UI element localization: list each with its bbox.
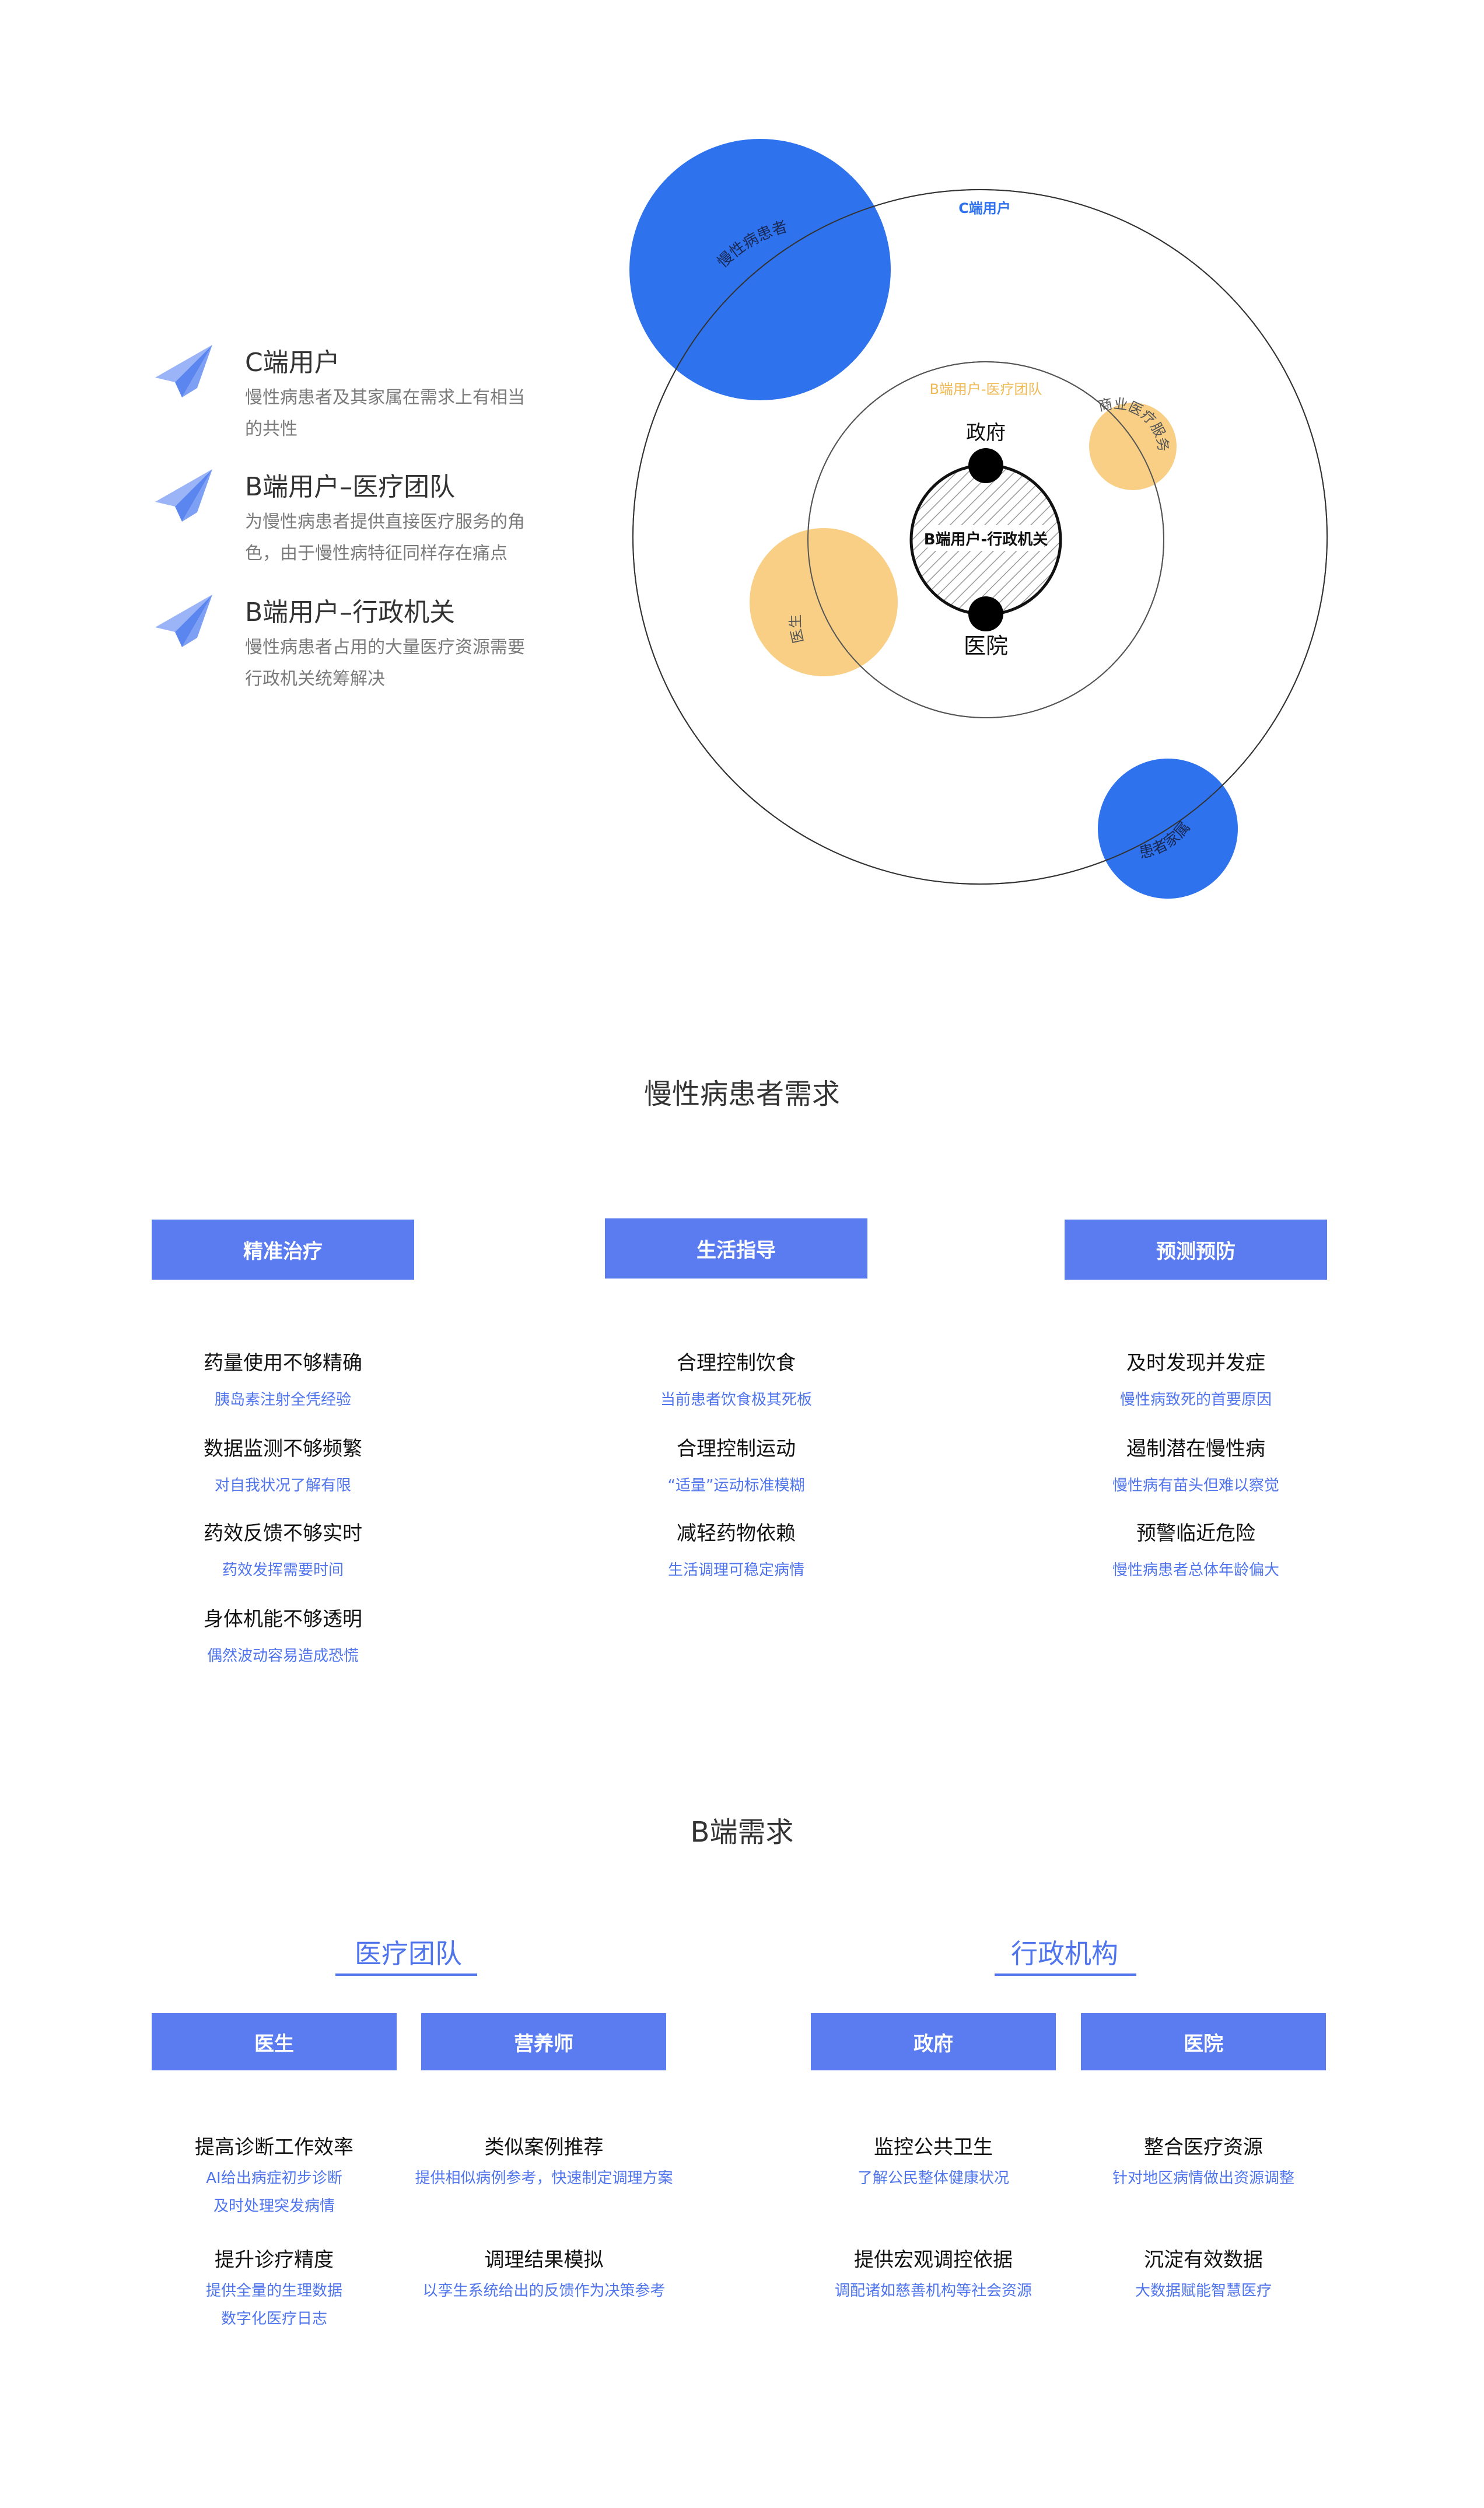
- legend-title: B端用户–行政机关: [245, 598, 456, 627]
- need-title: 调理结果模拟: [484, 2248, 604, 2272]
- need-item: 沉淀有效数据 大数据赋能智慧医疗: [1075, 2244, 1332, 2305]
- need-item: 身体机能不够透明 偶然波动容易造成恐慌: [166, 1603, 400, 1670]
- need-sub-line: 提供相似病例参考，快速制定调理方案: [415, 2170, 673, 2187]
- need-title: 身体机能不够透明: [204, 1608, 362, 1631]
- need-sub: 提供相似病例参考，快速制定调理方案: [408, 2164, 680, 2192]
- c-user-label: C端用户: [958, 200, 1011, 216]
- need-item: 类似案例推荐 提供相似病例参考，快速制定调理方案: [408, 2131, 680, 2192]
- hospital-label: 医院: [964, 633, 1008, 659]
- paper-plane-icon: [155, 345, 212, 397]
- need-title: 及时发现并发症: [1126, 1351, 1265, 1375]
- legend-desc: 为慢性病患者提供直接医疗服务的角色，由于慢性病特征同样存在痛点: [245, 512, 525, 564]
- need-title: 提升诊疗精度: [215, 2248, 334, 2272]
- need-item: 减轻药物依赖 生活调理可稳定病情: [620, 1517, 853, 1584]
- need-title: 沉淀有效数据: [1144, 2248, 1263, 2272]
- need-sub: 偶然波动容易造成恐慌: [206, 1647, 359, 1665]
- need-title: 遏制潜在慢性病: [1126, 1437, 1265, 1461]
- category-doctor: 医生: [152, 2013, 397, 2070]
- need-sub: 生活调理可稳定病情: [667, 1562, 804, 1579]
- need-item: 药效反馈不够实时 药效发挥需要时间: [166, 1517, 400, 1584]
- need-item: 合理控制饮食 当前患者饮食极其死板: [620, 1347, 853, 1414]
- need-sub-line: 大数据赋能智慧医疗: [1135, 2282, 1272, 2300]
- need-sub-line: 了解公民整体健康状况: [857, 2170, 1009, 2187]
- need-title: 数据监测不够频繁: [204, 1437, 362, 1461]
- need-item: 数据监测不够频繁 对自我状况了解有限: [166, 1433, 400, 1500]
- need-sub-line: 提供全量的生理数据: [205, 2282, 342, 2300]
- need-sub-line: 及时处理突发病情: [213, 2198, 335, 2215]
- need-sub: 了解公民整体健康状况: [805, 2164, 1062, 2192]
- hospital-node: [968, 596, 1003, 631]
- legend-title: C端用户: [245, 348, 340, 378]
- need-item: 提供宏观调控依据 调配诸如慈善机构等社会资源: [805, 2244, 1062, 2305]
- need-sub: 以孪生系统给出的反馈作为决策参考: [408, 2277, 680, 2305]
- paper-plane-icon: [155, 469, 212, 522]
- need-item: 提高诊断工作效率 AI给出病症初步诊断 及时处理突发病情: [152, 2131, 397, 2220]
- group-heading-medical-team: 医疗团队: [355, 1938, 462, 1969]
- group-underline: [995, 1973, 1136, 1976]
- need-title: 提供宏观调控依据: [854, 2248, 1013, 2272]
- user-orbit-diagram: B端用户-行政机关 政府 医院 C端用户 B端用户-医疗团队 慢性病患者 患者家…: [629, 139, 1328, 899]
- doctor-circle: [750, 528, 898, 676]
- medical-team-label: B端用户-医疗团队: [929, 381, 1042, 397]
- need-sub: 胰岛素注射全凭经验: [214, 1391, 351, 1409]
- need-sub: 当前患者饮食极其死板: [660, 1391, 812, 1409]
- need-title: 减轻药物依赖: [677, 1522, 796, 1545]
- need-sub: AI给出病症初步诊断 及时处理突发病情: [152, 2164, 397, 2220]
- need-sub-line: 针对地区病情做出资源调整: [1112, 2170, 1294, 2187]
- need-item: 监控公共卫生 了解公民整体健康状况: [805, 2131, 1062, 2192]
- need-sub-line: 以孪生系统给出的反馈作为决策参考: [422, 2282, 666, 2300]
- section-title-patient-needs: 慢性病患者需求: [643, 1078, 840, 1110]
- need-sub: 慢性病有苗头但难以察觉: [1112, 1477, 1279, 1494]
- need-item: 提升诊疗精度 提供全量的生理数据 数字化医疗日志: [152, 2244, 397, 2333]
- need-title: 监控公共卫生: [874, 2136, 993, 2159]
- need-item: 合理控制运动 “适量”运动标准模糊: [620, 1433, 853, 1500]
- need-sub: 调配诸如慈善机构等社会资源: [805, 2277, 1062, 2305]
- need-title: 合理控制饮食: [677, 1351, 796, 1375]
- need-sub: 针对地区病情做出资源调整: [1075, 2164, 1332, 2192]
- need-title: 预警临近危险: [1136, 1522, 1255, 1545]
- government-node: [968, 448, 1003, 483]
- category-prediction-prevention: 预测预防: [1065, 1220, 1327, 1280]
- need-title: 类似案例推荐: [484, 2136, 604, 2159]
- admin-label: B端用户-行政机关: [924, 530, 1048, 549]
- legend-desc: 慢性病患者占用的大量医疗资源需要行政机关统筹解决: [245, 637, 525, 689]
- need-sub: 对自我状况了解有限: [214, 1477, 351, 1494]
- category-government: 政府: [811, 2013, 1056, 2070]
- need-sub-line: 调配诸如慈善机构等社会资源: [834, 2282, 1032, 2300]
- category-nutritionist: 营养师: [421, 2013, 666, 2070]
- need-sub: “适量”运动标准模糊: [667, 1477, 805, 1494]
- need-sub: 慢性病致死的首要原因: [1119, 1391, 1272, 1409]
- category-hospital: 医院: [1081, 2013, 1326, 2070]
- need-title: 整合医疗资源: [1144, 2136, 1263, 2159]
- patient-circle: [629, 139, 891, 400]
- need-item: 调理结果模拟 以孪生系统给出的反馈作为决策参考: [408, 2244, 680, 2305]
- need-sub: 药效发挥需要时间: [222, 1562, 344, 1579]
- need-title: 提高诊断工作效率: [195, 2136, 354, 2159]
- need-sub: 慢性病患者总体年龄偏大: [1112, 1562, 1279, 1579]
- legend-desc: 慢性病患者及其家属在需求上有相当的共性: [245, 387, 525, 439]
- need-item: 遏制潜在慢性病 慢性病有苗头但难以察觉: [1079, 1433, 1312, 1500]
- group-underline: [335, 1973, 477, 1976]
- need-sub: 提供全量的生理数据 数字化医疗日志: [152, 2277, 397, 2333]
- need-item: 药量使用不够精确 胰岛素注射全凭经验: [166, 1347, 400, 1414]
- need-sub-line: 数字化医疗日志: [220, 2310, 327, 2328]
- need-sub-line: AI给出病症初步诊断: [206, 2170, 342, 2187]
- category-precise-treatment: 精准治疗: [152, 1220, 414, 1280]
- paper-plane-icon: [155, 595, 212, 647]
- need-title: 合理控制运动: [677, 1437, 796, 1461]
- need-sub: 大数据赋能智慧医疗: [1075, 2277, 1332, 2305]
- need-item: 预警临近危险 慢性病患者总体年龄偏大: [1079, 1517, 1312, 1584]
- section-title-b-needs: B端需求: [690, 1816, 794, 1849]
- group-heading-admin: 行政机构: [1011, 1938, 1118, 1969]
- need-item: 整合医疗资源 针对地区病情做出资源调整: [1075, 2131, 1332, 2192]
- need-title: 药效反馈不够实时: [204, 1522, 362, 1545]
- category-life-guidance: 生活指导: [605, 1218, 867, 1279]
- government-label: 政府: [966, 421, 1006, 445]
- legend-title: B端用户–医疗团队: [245, 472, 456, 502]
- need-title: 药量使用不够精确: [204, 1351, 362, 1375]
- need-item: 及时发现并发症 慢性病致死的首要原因: [1079, 1347, 1312, 1414]
